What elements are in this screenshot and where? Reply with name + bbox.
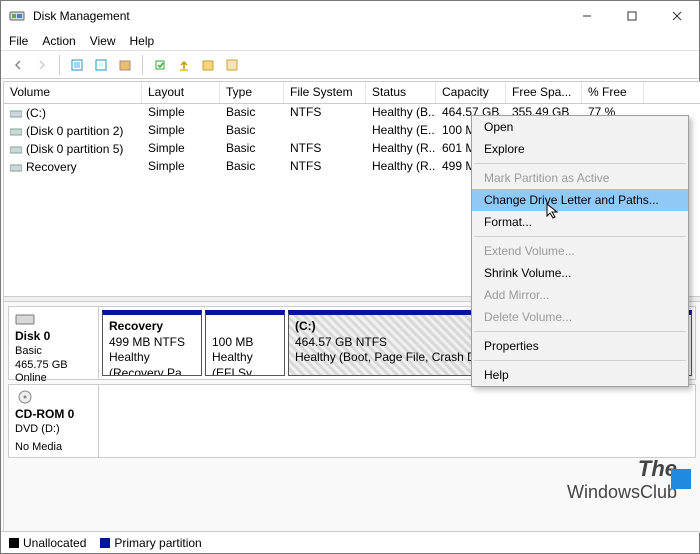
watermark-square-icon: [671, 469, 691, 489]
col-layout[interactable]: Layout: [142, 82, 220, 103]
refresh-icon[interactable]: [90, 54, 112, 76]
toolbar-icon-6[interactable]: [197, 54, 219, 76]
toolbar-icon-4[interactable]: [149, 54, 171, 76]
ctx-open[interactable]: Open: [472, 116, 688, 138]
toolbar-icon-5[interactable]: [173, 54, 195, 76]
menubar: File Action View Help: [1, 31, 699, 51]
titlebar: Disk Management: [1, 1, 699, 31]
menu-file[interactable]: File: [9, 34, 28, 48]
col-status[interactable]: Status: [366, 82, 436, 103]
volume-list-header: Volume Layout Type File System Status Ca…: [4, 82, 700, 104]
partition[interactable]: 100 MB Healthy (EFI Sy: [205, 310, 285, 376]
toolbar-icon-7[interactable]: [221, 54, 243, 76]
ctx-shrink[interactable]: Shrink Volume...: [472, 262, 688, 284]
forward-button[interactable]: [31, 54, 53, 76]
ctx-format[interactable]: Format...: [472, 211, 688, 233]
ctx-properties[interactable]: Properties: [472, 335, 688, 357]
maximize-button[interactable]: [609, 1, 654, 31]
ctx-extend: Extend Volume...: [472, 240, 688, 262]
legend-swatch-unallocated: [9, 538, 19, 548]
menu-action[interactable]: Action: [42, 34, 75, 48]
col-type[interactable]: Type: [220, 82, 284, 103]
col-fs[interactable]: File System: [284, 82, 366, 103]
minimize-button[interactable]: [564, 1, 609, 31]
disk-icon: [15, 311, 35, 327]
menu-view[interactable]: View: [90, 34, 116, 48]
disk-info[interactable]: CD-ROM 0 DVD (D:) No Media: [9, 385, 99, 457]
ctx-change-drive-letter[interactable]: Change Drive Letter and Paths...: [472, 189, 688, 211]
legend: Unallocated Primary partition: [1, 531, 699, 553]
ctx-help[interactable]: Help: [472, 364, 688, 386]
cursor-icon: [546, 203, 562, 219]
col-free[interactable]: Free Spa...: [506, 82, 582, 103]
ctx-mirror: Add Mirror...: [472, 284, 688, 306]
legend-swatch-primary: [100, 538, 110, 548]
window: Disk Management File Action View Help Vo…: [0, 0, 700, 554]
menu-help[interactable]: Help: [130, 34, 155, 48]
cdrom-icon: [15, 389, 35, 405]
ctx-explore[interactable]: Explore: [472, 138, 688, 160]
col-capacity[interactable]: Capacity: [436, 82, 506, 103]
context-menu: Open Explore Mark Partition as Active Ch…: [471, 115, 689, 387]
volume-icon: [10, 108, 22, 118]
watermark: The WindowsClub: [567, 456, 677, 503]
disk-row: CD-ROM 0 DVD (D:) No Media: [8, 384, 696, 458]
disk-info[interactable]: Disk 0 Basic 465.75 GB Online: [9, 307, 99, 379]
close-button[interactable]: [654, 1, 699, 31]
toolbar-icon-3[interactable]: [114, 54, 136, 76]
toolbar-icon-1[interactable]: [66, 54, 88, 76]
col-pct[interactable]: % Free: [582, 82, 644, 103]
app-icon: [9, 8, 25, 24]
ctx-mark-active: Mark Partition as Active: [472, 167, 688, 189]
window-title: Disk Management: [33, 9, 564, 23]
partition[interactable]: Recovery 499 MB NTFS Healthy (Recovery P…: [102, 310, 202, 376]
ctx-delete: Delete Volume...: [472, 306, 688, 328]
toolbar: [1, 51, 699, 79]
back-button[interactable]: [7, 54, 29, 76]
col-volume[interactable]: Volume: [4, 82, 142, 103]
